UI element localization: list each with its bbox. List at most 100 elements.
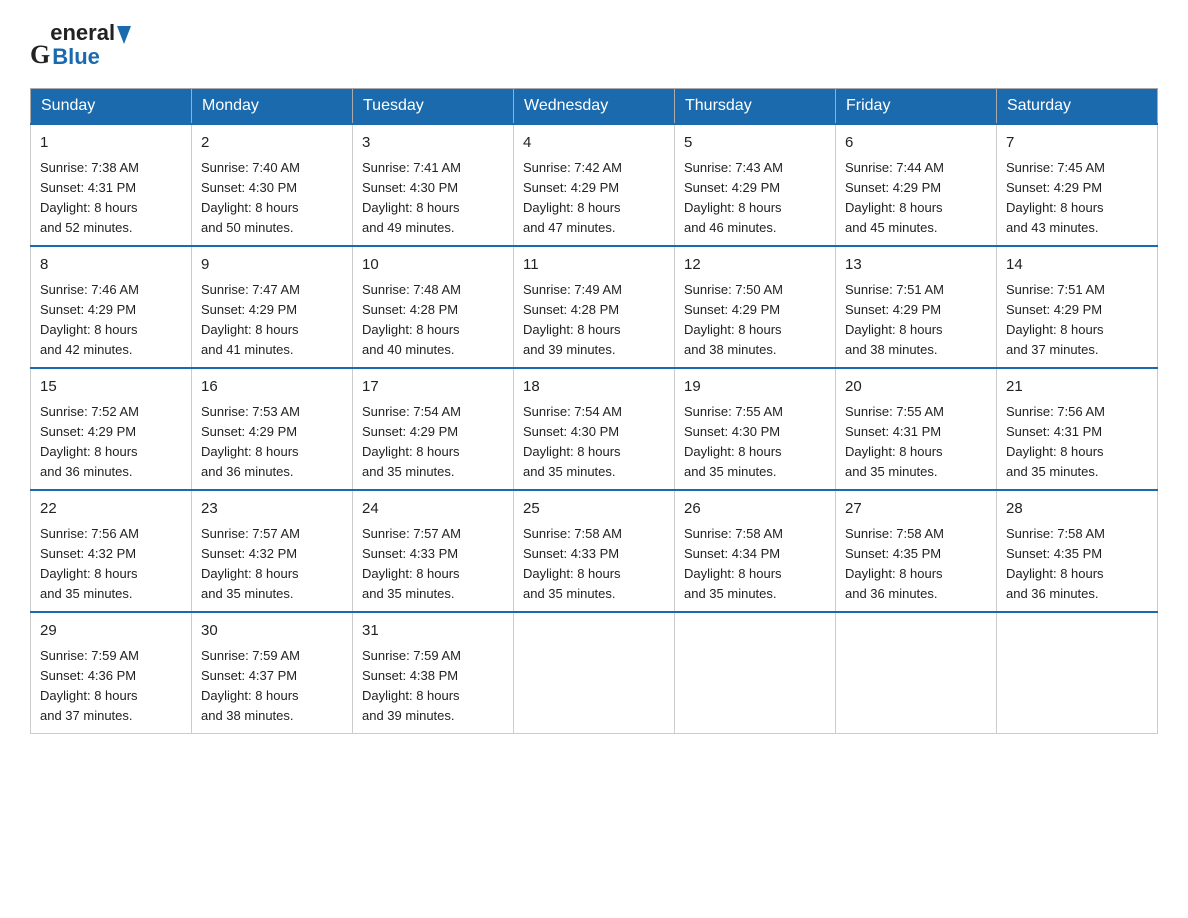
day-info: Sunrise: 7:58 AMSunset: 4:35 PMDaylight:… <box>1006 526 1105 601</box>
day-number: 9 <box>201 254 343 277</box>
calendar-table: SundayMondayTuesdayWednesdayThursdayFrid… <box>30 88 1158 734</box>
calendar-cell: 15 Sunrise: 7:52 AMSunset: 4:29 PMDaylig… <box>31 368 192 490</box>
day-info: Sunrise: 7:43 AMSunset: 4:29 PMDaylight:… <box>684 160 783 235</box>
week-row-4: 22 Sunrise: 7:56 AMSunset: 4:32 PMDaylig… <box>31 490 1158 612</box>
week-row-2: 8 Sunrise: 7:46 AMSunset: 4:29 PMDayligh… <box>31 246 1158 368</box>
calendar-cell: 20 Sunrise: 7:55 AMSunset: 4:31 PMDaylig… <box>836 368 997 490</box>
day-info: Sunrise: 7:55 AMSunset: 4:31 PMDaylight:… <box>845 404 944 479</box>
day-info: Sunrise: 7:56 AMSunset: 4:31 PMDaylight:… <box>1006 404 1105 479</box>
calendar-cell: 2 Sunrise: 7:40 AMSunset: 4:30 PMDayligh… <box>192 124 353 246</box>
col-header-wednesday: Wednesday <box>514 89 675 125</box>
calendar-cell: 17 Sunrise: 7:54 AMSunset: 4:29 PMDaylig… <box>353 368 514 490</box>
day-number: 5 <box>684 132 826 155</box>
day-info: Sunrise: 7:58 AMSunset: 4:34 PMDaylight:… <box>684 526 783 601</box>
col-header-friday: Friday <box>836 89 997 125</box>
day-number: 30 <box>201 620 343 643</box>
day-info: Sunrise: 7:57 AMSunset: 4:32 PMDaylight:… <box>201 526 300 601</box>
calendar-cell: 29 Sunrise: 7:59 AMSunset: 4:36 PMDaylig… <box>31 612 192 734</box>
day-number: 8 <box>40 254 182 277</box>
day-info: Sunrise: 7:50 AMSunset: 4:29 PMDaylight:… <box>684 282 783 357</box>
day-number: 20 <box>845 376 987 399</box>
col-header-tuesday: Tuesday <box>353 89 514 125</box>
col-header-sunday: Sunday <box>31 89 192 125</box>
day-number: 17 <box>362 376 504 399</box>
logo-rest: eneral Blue <box>50 20 132 70</box>
week-row-3: 15 Sunrise: 7:52 AMSunset: 4:29 PMDaylig… <box>31 368 1158 490</box>
day-number: 12 <box>684 254 826 277</box>
day-number: 22 <box>40 498 182 521</box>
day-info: Sunrise: 7:58 AMSunset: 4:33 PMDaylight:… <box>523 526 622 601</box>
calendar-cell: 10 Sunrise: 7:48 AMSunset: 4:28 PMDaylig… <box>353 246 514 368</box>
calendar-cell <box>836 612 997 734</box>
calendar-cell: 3 Sunrise: 7:41 AMSunset: 4:30 PMDayligh… <box>353 124 514 246</box>
day-number: 15 <box>40 376 182 399</box>
day-number: 23 <box>201 498 343 521</box>
week-row-1: 1 Sunrise: 7:38 AMSunset: 4:31 PMDayligh… <box>31 124 1158 246</box>
calendar-cell: 24 Sunrise: 7:57 AMSunset: 4:33 PMDaylig… <box>353 490 514 612</box>
calendar-cell: 22 Sunrise: 7:56 AMSunset: 4:32 PMDaylig… <box>31 490 192 612</box>
day-info: Sunrise: 7:44 AMSunset: 4:29 PMDaylight:… <box>845 160 944 235</box>
day-number: 4 <box>523 132 665 155</box>
day-number: 25 <box>523 498 665 521</box>
calendar-cell: 31 Sunrise: 7:59 AMSunset: 4:38 PMDaylig… <box>353 612 514 734</box>
day-number: 18 <box>523 376 665 399</box>
calendar-cell: 19 Sunrise: 7:55 AMSunset: 4:30 PMDaylig… <box>675 368 836 490</box>
day-info: Sunrise: 7:38 AMSunset: 4:31 PMDaylight:… <box>40 160 139 235</box>
day-number: 24 <box>362 498 504 521</box>
col-header-monday: Monday <box>192 89 353 125</box>
logo-row1: eneral <box>50 20 132 46</box>
col-header-saturday: Saturday <box>997 89 1158 125</box>
day-number: 27 <box>845 498 987 521</box>
calendar-cell: 18 Sunrise: 7:54 AMSunset: 4:30 PMDaylig… <box>514 368 675 490</box>
logo-triangle-icon <box>117 26 131 44</box>
day-info: Sunrise: 7:45 AMSunset: 4:29 PMDaylight:… <box>1006 160 1105 235</box>
calendar-cell: 5 Sunrise: 7:43 AMSunset: 4:29 PMDayligh… <box>675 124 836 246</box>
calendar-header-row: SundayMondayTuesdayWednesdayThursdayFrid… <box>31 89 1158 125</box>
calendar-cell <box>514 612 675 734</box>
day-info: Sunrise: 7:59 AMSunset: 4:38 PMDaylight:… <box>362 648 461 723</box>
calendar-cell: 14 Sunrise: 7:51 AMSunset: 4:29 PMDaylig… <box>997 246 1158 368</box>
day-number: 1 <box>40 132 182 155</box>
calendar-cell: 1 Sunrise: 7:38 AMSunset: 4:31 PMDayligh… <box>31 124 192 246</box>
day-info: Sunrise: 7:54 AMSunset: 4:29 PMDaylight:… <box>362 404 461 479</box>
col-header-thursday: Thursday <box>675 89 836 125</box>
day-number: 14 <box>1006 254 1148 277</box>
day-info: Sunrise: 7:56 AMSunset: 4:32 PMDaylight:… <box>40 526 139 601</box>
day-info: Sunrise: 7:51 AMSunset: 4:29 PMDaylight:… <box>845 282 944 357</box>
day-info: Sunrise: 7:51 AMSunset: 4:29 PMDaylight:… <box>1006 282 1105 357</box>
day-number: 26 <box>684 498 826 521</box>
day-number: 19 <box>684 376 826 399</box>
page-header: G eneral Blue <box>30 20 1158 70</box>
logo-blue-text: Blue <box>50 44 132 70</box>
calendar-cell: 4 Sunrise: 7:42 AMSunset: 4:29 PMDayligh… <box>514 124 675 246</box>
day-number: 21 <box>1006 376 1148 399</box>
day-info: Sunrise: 7:52 AMSunset: 4:29 PMDaylight:… <box>40 404 139 479</box>
calendar-cell: 30 Sunrise: 7:59 AMSunset: 4:37 PMDaylig… <box>192 612 353 734</box>
calendar-cell: 13 Sunrise: 7:51 AMSunset: 4:29 PMDaylig… <box>836 246 997 368</box>
logo-g-letter: G <box>30 40 50 70</box>
calendar-cell <box>997 612 1158 734</box>
logo-area: G eneral Blue <box>30 20 132 70</box>
day-info: Sunrise: 7:59 AMSunset: 4:37 PMDaylight:… <box>201 648 300 723</box>
day-info: Sunrise: 7:48 AMSunset: 4:28 PMDaylight:… <box>362 282 461 357</box>
day-info: Sunrise: 7:57 AMSunset: 4:33 PMDaylight:… <box>362 526 461 601</box>
week-row-5: 29 Sunrise: 7:59 AMSunset: 4:36 PMDaylig… <box>31 612 1158 734</box>
day-number: 2 <box>201 132 343 155</box>
calendar-cell: 26 Sunrise: 7:58 AMSunset: 4:34 PMDaylig… <box>675 490 836 612</box>
calendar-cell <box>675 612 836 734</box>
day-number: 3 <box>362 132 504 155</box>
day-info: Sunrise: 7:49 AMSunset: 4:28 PMDaylight:… <box>523 282 622 357</box>
day-info: Sunrise: 7:42 AMSunset: 4:29 PMDaylight:… <box>523 160 622 235</box>
day-number: 11 <box>523 254 665 277</box>
calendar-cell: 23 Sunrise: 7:57 AMSunset: 4:32 PMDaylig… <box>192 490 353 612</box>
calendar-cell: 16 Sunrise: 7:53 AMSunset: 4:29 PMDaylig… <box>192 368 353 490</box>
day-number: 29 <box>40 620 182 643</box>
day-number: 31 <box>362 620 504 643</box>
day-number: 16 <box>201 376 343 399</box>
day-number: 7 <box>1006 132 1148 155</box>
calendar-cell: 21 Sunrise: 7:56 AMSunset: 4:31 PMDaylig… <box>997 368 1158 490</box>
day-info: Sunrise: 7:53 AMSunset: 4:29 PMDaylight:… <box>201 404 300 479</box>
logo-general-text: eneral <box>50 20 115 46</box>
calendar-cell: 11 Sunrise: 7:49 AMSunset: 4:28 PMDaylig… <box>514 246 675 368</box>
calendar-cell: 9 Sunrise: 7:47 AMSunset: 4:29 PMDayligh… <box>192 246 353 368</box>
